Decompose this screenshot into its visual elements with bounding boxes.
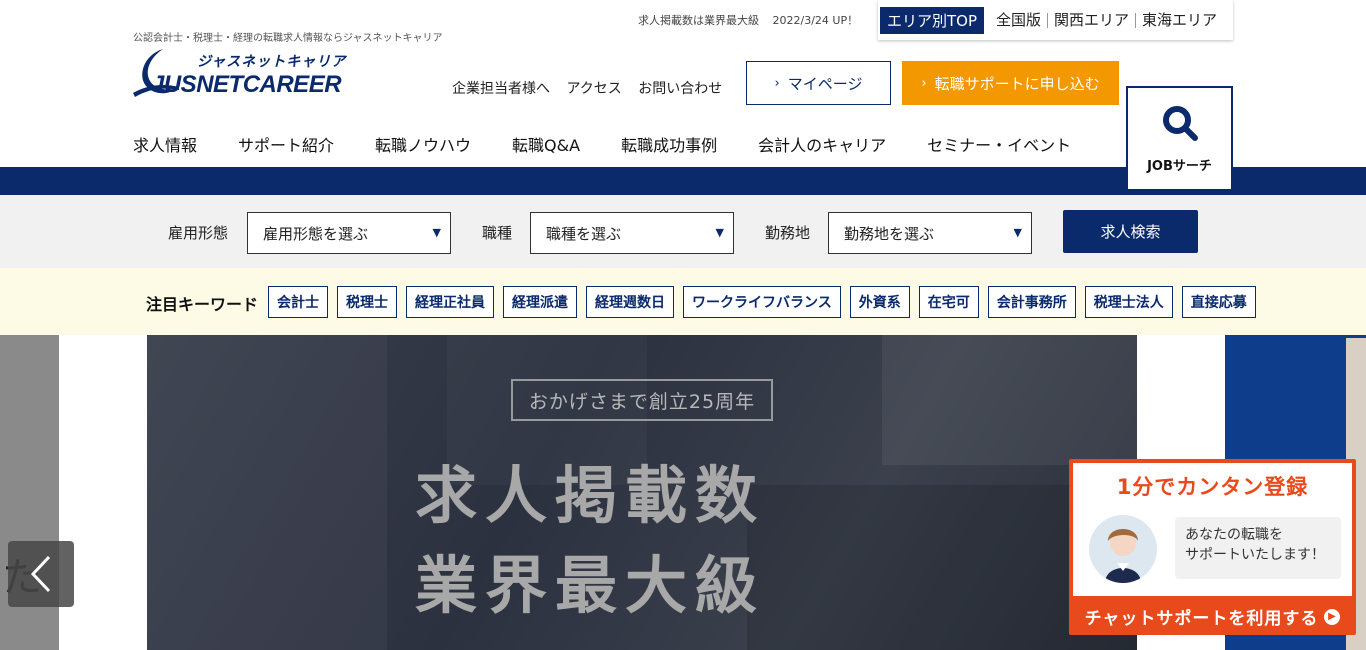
- logo-english-text: JUSNETCAREER: [151, 71, 342, 98]
- site-logo[interactable]: ジャスネットキャリア JUSNETCAREER: [133, 47, 373, 103]
- location-label: 勤務地: [765, 224, 811, 242]
- keyword-accounting-fulltime[interactable]: 経理正社員: [406, 286, 494, 318]
- area-link-national[interactable]: 全国版: [990, 12, 1047, 28]
- site-tagline: 公認会計士・税理士・経理の転職求人情報ならジャスネットキャリア: [133, 33, 443, 44]
- employment-type-select[interactable]: 雇用形態を選ぶ ▼: [247, 212, 451, 254]
- nav-item-jobs[interactable]: 求人情報: [133, 132, 197, 156]
- access-link[interactable]: アクセス: [566, 81, 621, 97]
- job-type-value: 職種を選ぶ: [546, 224, 622, 243]
- utility-links: 企業担当者様へ アクセス お問い合わせ: [452, 78, 734, 98]
- chat-cta-label: チャットサポートを利用する: [1084, 609, 1319, 629]
- anniversary-badge: おかげさまで創立25周年: [511, 379, 773, 421]
- nav-item-support[interactable]: サポート紹介: [238, 132, 334, 156]
- caret-down-icon: ▼: [1013, 226, 1022, 239]
- area-link-kansai[interactable]: 関西エリア: [1047, 12, 1135, 28]
- hero-photo-panel: [882, 335, 1137, 465]
- nav-item-success-stories[interactable]: 転職成功事例: [621, 132, 717, 156]
- chat-title: 1分でカンタン登録: [1116, 475, 1309, 499]
- chevron-right-icon: ›: [921, 75, 927, 91]
- job-search-bar: 雇用形態 雇用形態を選ぶ ▼ 職種 職種を選ぶ ▼ 勤務地 勤務地を選ぶ ▼ 求…: [0, 195, 1366, 268]
- keyword-remote-ok[interactable]: 在宅可: [918, 286, 979, 318]
- mypage-button[interactable]: › マイページ: [746, 61, 891, 105]
- keyword-accounting-dispatch[interactable]: 経理派遣: [503, 286, 577, 318]
- nav-item-knowhow[interactable]: 転職ノウハウ: [375, 132, 471, 156]
- hero-headline-2: 業界最大級: [415, 549, 766, 622]
- area-switcher: エリア別TOP 全国版 関西エリア 東海エリア: [878, 0, 1233, 40]
- apply-support-button[interactable]: › 転職サポートに申し込む: [902, 61, 1119, 105]
- location-value: 勤務地を選ぶ: [844, 224, 935, 243]
- keyword-foreign-company[interactable]: 外資系: [849, 286, 910, 318]
- keyword-list: 会計士 税理士 経理正社員 経理派遣 経理週数日 ワークライフバランス 外資系 …: [268, 286, 1265, 318]
- area-top-link[interactable]: エリア別TOP: [880, 6, 985, 34]
- slider-prev-button[interactable]: [8, 541, 74, 607]
- chat-widget-body: 1分でカンタン登録 あなたの転職を サポートいたします！: [1073, 463, 1352, 596]
- arrow-right-circle-icon: ▶: [1324, 608, 1341, 625]
- caret-down-icon: ▼: [432, 226, 441, 239]
- mypage-label: マイページ: [787, 74, 863, 93]
- global-nav: 求人情報 サポート紹介 転職ノウハウ 転職Q&A 転職成功事例 会計人のキャリア…: [133, 132, 1112, 156]
- chat-message-line-2: サポートいたします！: [1185, 547, 1325, 563]
- location-select[interactable]: 勤務地を選ぶ ▼: [828, 212, 1032, 254]
- logo-kana-text: ジャスネットキャリア: [197, 54, 347, 70]
- chat-cta-button[interactable]: チャットサポートを利用する ▶: [1069, 598, 1356, 635]
- keyword-tax-accountant[interactable]: 税理士: [337, 286, 397, 318]
- job-count-note: 求人掲載数は業界最大級: [638, 14, 759, 27]
- keyword-tax-corporation[interactable]: 税理士法人: [1084, 286, 1173, 318]
- featured-keywords-title: 注目キーワード: [146, 295, 259, 314]
- chevron-left-icon: [30, 555, 51, 593]
- employment-type-label: 雇用形態: [168, 224, 229, 242]
- nav-item-seminars[interactable]: セミナー・イベント: [927, 132, 1071, 156]
- job-search-submit-button[interactable]: 求人検索: [1063, 210, 1198, 253]
- job-type-select[interactable]: 職種を選ぶ ▼: [530, 212, 734, 254]
- keyword-direct-apply[interactable]: 直接応募: [1181, 286, 1256, 318]
- contact-link[interactable]: お問い合わせ: [638, 81, 722, 97]
- nav-item-qa[interactable]: 転職Q&A: [512, 132, 580, 156]
- chat-operator-avatar: [1089, 515, 1157, 583]
- chat-message-line-1: あなたの転職を: [1185, 527, 1283, 543]
- keyword-cpa[interactable]: 会計士: [268, 286, 328, 318]
- keyword-work-life-balance[interactable]: ワークライフバランス: [683, 286, 841, 318]
- search-icon: [1162, 106, 1198, 141]
- chevron-right-icon: ›: [774, 75, 780, 91]
- featured-keywords-bar: 注目キーワード 会計士 税理士 経理正社員 経理派遣 経理週数日 ワークライフバ…: [0, 268, 1366, 335]
- caret-down-icon: ▼: [715, 226, 724, 239]
- update-info: 求人掲載数は業界最大級 2022/3/24 UP！: [638, 12, 858, 28]
- hero-slide[interactable]: おかげさまで創立25周年 求人掲載数 業界最大級: [147, 335, 1137, 650]
- hero-photo-panel: [147, 335, 387, 650]
- area-link-tokai[interactable]: 東海エリア: [1135, 12, 1223, 28]
- chat-message-bubble: あなたの転職を サポートいたします！: [1175, 517, 1341, 579]
- nav-item-careers[interactable]: 会計人のキャリア: [758, 132, 886, 156]
- job-type-label: 職種: [482, 224, 513, 242]
- employment-type-value: 雇用形態を選ぶ: [263, 224, 369, 243]
- apply-label: 転職サポートに申し込む: [934, 74, 1100, 93]
- keyword-accounting-few-days[interactable]: 経理週数日: [586, 286, 674, 318]
- hero-headline-1: 求人掲載数: [415, 459, 766, 532]
- keyword-accounting-firm[interactable]: 会計事務所: [987, 286, 1076, 318]
- chat-support-widget[interactable]: 1分でカンタン登録 あなたの転職を サポートいたします！ チャットサポートを利用…: [1069, 459, 1356, 635]
- corporate-link[interactable]: 企業担当者様へ: [452, 81, 550, 97]
- update-date: 2022/3/24 UP！: [772, 14, 859, 27]
- job-search-button[interactable]: JOBサーチ: [1126, 86, 1233, 191]
- job-search-label: JOBサーチ: [1147, 159, 1212, 174]
